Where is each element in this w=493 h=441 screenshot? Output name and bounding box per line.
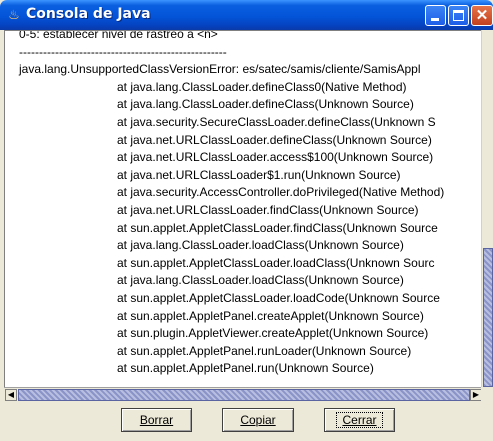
console-line: at java.lang.ClassLoader.defineClass(Unk… [117,97,414,112]
console-line: at java.net.URLClassLoader.access$100(Un… [117,150,434,165]
scrollbar-corner [481,387,493,401]
title-bar[interactable]: ♨ Consola de Java ✕ [0,0,493,30]
console-line: at sun.plugin.AppletViewer.createApplet(… [117,326,429,341]
maximize-button[interactable] [448,5,469,26]
console-line: at sun.applet.AppletClassLoader.findClas… [117,220,438,235]
console-line: at sun.applet.AppletPanel.runLoader(Unkn… [117,343,412,358]
minimize-icon [431,18,439,21]
console-line: at java.net.URLClassLoader$1.run(Unknown… [117,167,401,182]
console-line: at sun.applet.AppletPanel.run(Unknown So… [117,361,374,376]
java-console-window: ♨ Consola de Java ✕ 0-5: establecer nive… [0,0,493,441]
horizontal-scroll-thumb[interactable] [18,389,470,401]
console-line: at sun.applet.AppletClassLoader.loadClas… [117,255,435,270]
scroll-left-arrow-icon[interactable]: ◀ [5,389,17,401]
console-output[interactable]: 0-5: establecer nivel de rastreo a <n> --… [4,30,481,387]
console-line: at java.security.AccessController.doPriv… [117,185,445,200]
java-coffee-icon: ♨ [8,7,20,22]
console-line: 0-5: establecer nivel de rastreo a <n> [19,30,218,41]
close-button-label: Cerrar [342,413,377,427]
console-line: java.lang.UnsupportedClassVersionError: … [19,62,421,77]
console-line: at java.security.SecureClassLoader.defin… [117,115,436,129]
console-line: at java.lang.ClassLoader.loadClass(Unkno… [117,238,404,253]
console-line: at sun.applet.AppletPanel.createApplet(U… [117,308,424,323]
minimize-button[interactable] [425,5,446,26]
vertical-scroll-thumb[interactable] [483,248,493,387]
maximize-icon [453,10,464,21]
clear-button-label: Borrar [139,413,174,427]
console-line: at java.lang.ClassLoader.loadClass(Unkno… [117,273,404,288]
close-icon: ✕ [475,7,489,24]
close-button[interactable]: Cerrar [324,408,395,432]
close-button-focus: Cerrar [336,412,383,428]
console-line: at sun.applet.AppletClassLoader.loadCode… [117,291,440,305]
console-line: at java.net.URLClassLoader.defineClass(U… [117,132,432,147]
console-line: at java.net.URLClassLoader.findClass(Unk… [117,203,419,217]
copy-button[interactable]: Copiar [222,408,294,432]
horizontal-scrollbar[interactable]: ◀ ▶ [4,387,482,401]
vertical-scrollbar[interactable] [481,30,493,387]
close-window-button[interactable]: ✕ [471,5,493,26]
window-title: Consola de Java [26,6,151,22]
clear-button[interactable]: Borrar [121,408,192,432]
console-line: at java.lang.ClassLoader.defineClass0(Na… [117,79,407,94]
copy-button-label: Copiar [240,413,276,427]
console-line: ----------------------------------------… [19,44,227,59]
